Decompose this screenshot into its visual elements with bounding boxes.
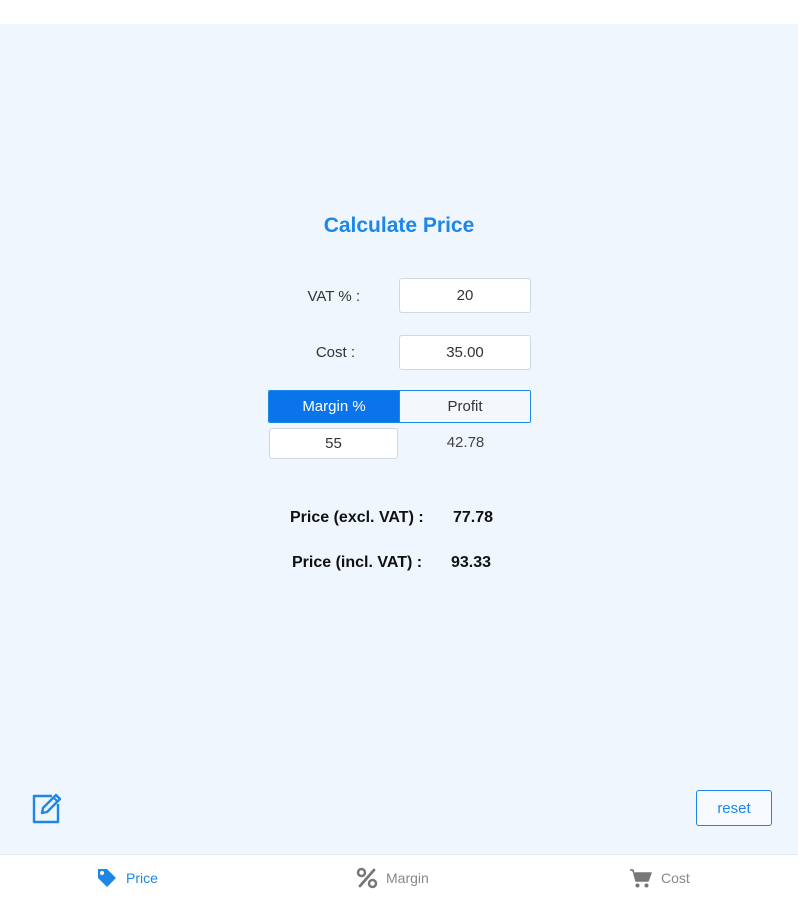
margin-input[interactable] <box>269 428 398 459</box>
vat-label: VAT % : <box>307 288 360 305</box>
tab-margin[interactable]: Margin <box>356 855 429 901</box>
edit-icon <box>32 793 62 824</box>
profit-value: 42.78 <box>446 434 485 451</box>
calculator-panel: Calculate Price VAT % : Cost : Margin % … <box>0 24 798 854</box>
tab-price-label: Price <box>126 870 158 886</box>
tab-margin-label: Margin <box>386 870 429 886</box>
bottom-tab-bar: Price Margin Cost <box>0 854 798 900</box>
status-bar <box>0 0 798 24</box>
price-incl-vat-value: 93.33 <box>451 554 492 571</box>
margin-percent-tab[interactable]: Margin % <box>269 391 399 422</box>
reset-button[interactable]: reset <box>696 790 772 826</box>
edit-button[interactable] <box>28 790 64 826</box>
cart-icon <box>630 869 652 888</box>
tab-cost-label: Cost <box>661 870 690 886</box>
page-title: Calculate Price <box>323 214 475 237</box>
price-incl-vat-label: Price (incl. VAT) : <box>292 554 423 571</box>
tag-icon <box>98 869 116 887</box>
vat-input[interactable] <box>399 278 531 313</box>
cost-input[interactable] <box>399 335 531 370</box>
price-excl-vat-value: 77.78 <box>453 509 494 526</box>
percent-icon <box>356 867 378 889</box>
cost-label: Cost : <box>315 344 355 361</box>
tab-price[interactable]: Price <box>96 855 158 901</box>
margin-profit-toggle: Margin % Profit <box>268 390 531 423</box>
profit-tab[interactable]: Profit <box>399 391 530 422</box>
tab-cost[interactable]: Cost <box>629 855 690 901</box>
price-excl-vat-label: Price (excl. VAT) : <box>290 509 424 526</box>
